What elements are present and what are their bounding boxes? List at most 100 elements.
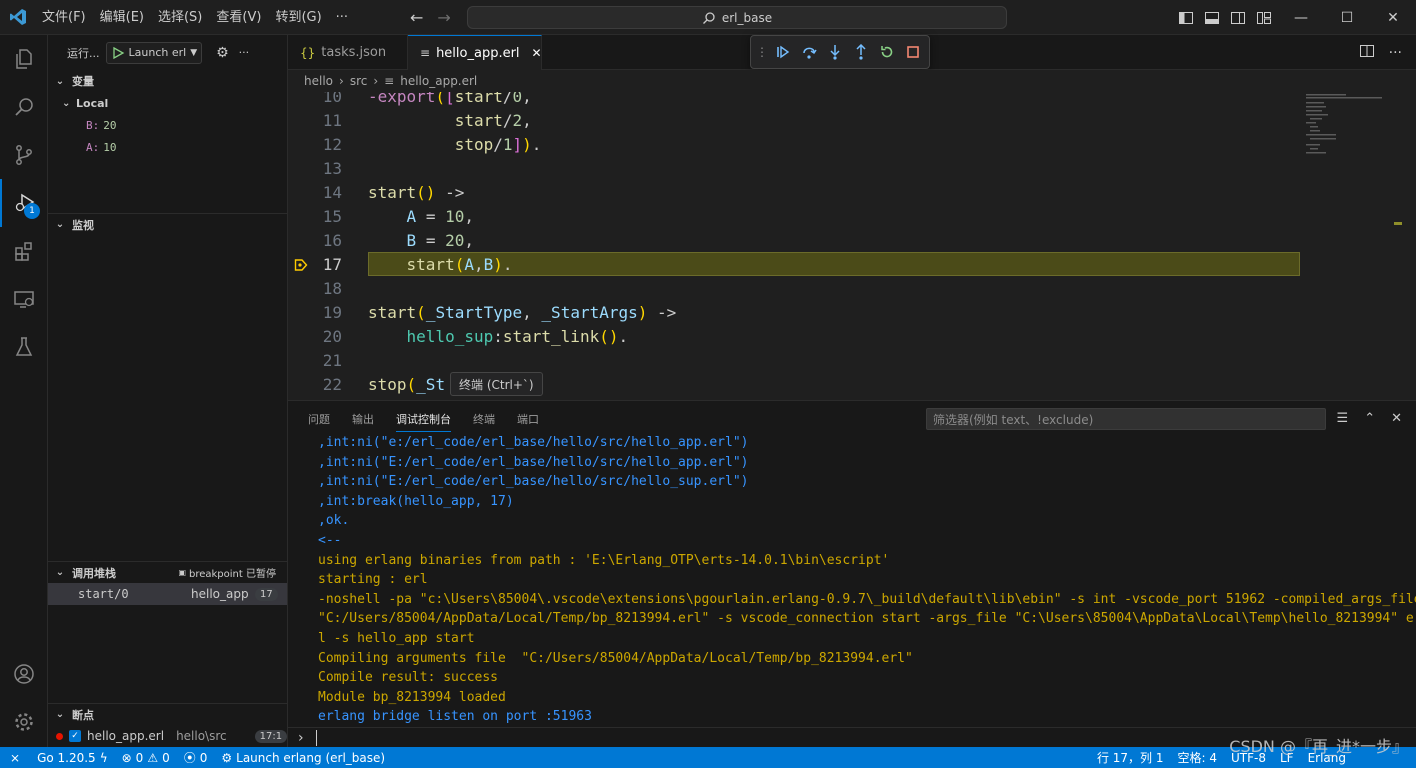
start-debug-icon[interactable] [111,46,125,60]
chevron-down-icon: ⌄ [55,75,65,87]
step-into-icon[interactable] [827,44,843,60]
console-filter-input[interactable]: 筛选器(例如 text、!exclude) [926,408,1326,430]
tab-ports[interactable]: 端口 [517,411,539,427]
accounts-icon[interactable] [0,650,48,698]
variable-row[interactable]: A: 10 [48,136,287,158]
code-line-current: 17 start(A,B). [288,252,1388,276]
drag-handle-icon[interactable]: ⋮ [756,44,768,60]
tab-tasks-json[interactable]: {} tasks.json [288,35,408,70]
tab-debug-console[interactable]: 调试控制台 [396,411,451,432]
warning-count: 0 [162,750,170,765]
menu-more[interactable]: ··· [329,0,355,35]
step-out-icon[interactable] [853,44,869,60]
variables-section-header[interactable]: ⌄ 变量 [48,70,287,92]
code-text: start() -> [368,182,465,202]
maximize-panel-icon[interactable]: ⌃ [1364,411,1375,426]
line-number: 10 [322,92,342,106]
split-editor-icon[interactable] [1359,43,1375,63]
debug-console-output[interactable]: ,int:ni("e:/erl_code/erl_base/hello/src/… [318,433,1416,727]
navigation-arrows: ← → [410,0,451,35]
breakpoints-section-header[interactable]: ⌄ 断点 [48,703,288,725]
breadcrumb-item[interactable]: hello_app.erl [400,74,477,88]
file-lines-icon: ≡ [384,74,395,88]
back-arrow-icon[interactable]: ← [410,8,423,27]
line-number: 16 [322,230,342,250]
menu-file[interactable]: 文件(F) [35,0,93,35]
breakpoint-path: hello\src [176,729,227,743]
open-launch-json-gear-icon[interactable]: ⚙ [216,45,229,61]
menu-go[interactable]: 转到(G) [268,0,328,35]
run-and-debug-icon[interactable]: 1 [0,179,48,227]
chevron-right-icon: › [298,730,304,746]
line-number: 11 [322,110,342,130]
toggle-panel-icon[interactable] [1204,10,1220,26]
local-scope-row[interactable]: ⌄ Local [48,92,287,114]
callstack-title: 调用堆栈 [72,566,116,580]
continue-icon[interactable] [775,44,791,60]
customize-layout-icon[interactable] [1256,10,1272,26]
code-line: 10 -export([start/0, [288,92,1388,108]
close-panel-icon[interactable]: ✕ [1391,411,1402,426]
code-text: stop/1]). [454,134,542,154]
tab-terminal[interactable]: 终端 [473,411,495,427]
console-line: <-- [318,532,342,548]
callstack-status: ▣ breakpoint 已暂停 [178,565,276,580]
watch-section-header[interactable]: ⌄ 监视 [48,213,288,235]
code-text: B = 20, [406,230,474,250]
explorer-icon[interactable] [0,35,48,83]
cursor-position[interactable]: 行 17，列 1 [1090,749,1171,766]
more-actions-icon[interactable]: ··· [239,46,250,59]
close-window-button[interactable]: ✕ [1370,0,1416,35]
restart-icon[interactable] [879,44,895,60]
chevron-right-icon: › [339,74,344,88]
remote-explorer-icon[interactable] [0,275,48,323]
menu-view[interactable]: 查看(V) [209,0,268,35]
code-editor[interactable]: 10 -export([start/0, 11 start/2, 12 stop… [288,92,1416,400]
frame-line-badge: 17 [255,587,278,601]
testing-icon[interactable] [0,323,48,371]
step-over-icon[interactable] [801,44,817,60]
tab-hello-app-erl[interactable]: ≡ hello_app.erl ✕ [408,35,542,70]
indentation[interactable]: 空格: 4 [1170,749,1224,766]
stop-icon[interactable] [905,44,921,60]
manage-gear-icon[interactable] [0,698,48,746]
minimap[interactable] [1306,92,1402,400]
line-number: 22 [322,374,342,394]
remote-indicator-icon[interactable]: ⨯ [0,751,30,765]
maximize-button[interactable]: ☐ [1324,0,1370,35]
search-view-icon[interactable] [0,83,48,131]
variable-row[interactable]: B: 20 [48,114,287,136]
breakpoint-item[interactable]: ✓ hello_app.erl hello\src 17:1 [48,725,288,747]
forward-arrow-icon[interactable]: → [437,8,450,27]
callstack-frame[interactable]: start/0 hello_app 17 [48,583,287,605]
source-control-icon[interactable] [0,131,48,179]
launch-config-select[interactable]: Launch erl ▼ [105,41,203,64]
chevron-down-icon: ⌄ [55,219,65,230]
toggle-secondary-sidebar-icon[interactable] [1230,10,1246,26]
toggle-primary-sidebar-icon[interactable] [1178,10,1194,26]
ports-indicator[interactable]: ⦿ 0 [177,749,215,766]
close-icon[interactable]: ✕ [532,46,542,60]
problems-indicator[interactable]: ⊗ 0 ⚠ 0 [115,751,177,765]
command-center-search[interactable]: erl_base [467,6,1007,29]
minimize-button[interactable]: — [1278,0,1324,35]
run-debug-sidebar: 运行... Launch erl ▼ ⚙ ··· ⌄ 变量 ⌄ Local B:… [48,35,288,747]
clear-console-icon[interactable]: ☰ [1337,411,1349,426]
callstack-section-header[interactable]: ⌄ 调用堆栈 ▣ breakpoint 已暂停 [48,561,288,583]
tab-output[interactable]: 输出 [352,411,374,427]
more-actions-icon[interactable]: ··· [1389,45,1402,61]
launch-config-status[interactable]: ⚙ Launch erlang (erl_base) [214,751,392,765]
breadcrumb-item[interactable]: src [350,74,368,88]
console-line: using erlang binaries from path : 'E:\Er… [318,552,890,568]
go-version[interactable]: Go 1.20.5 ϟ [30,751,115,765]
menu-edit[interactable]: 编辑(E) [93,0,151,35]
breadcrumb-item[interactable]: hello [304,74,333,88]
tab-problems[interactable]: 问题 [308,411,330,427]
line-number: 12 [322,134,342,154]
line-number: 14 [322,182,342,202]
console-line: ,ok. [318,513,350,529]
menu-selection[interactable]: 选择(S) [151,0,209,35]
chevron-down-icon: ⌄ [62,97,71,109]
breakpoint-checkbox[interactable]: ✓ [69,730,81,742]
extensions-icon[interactable] [0,227,48,275]
